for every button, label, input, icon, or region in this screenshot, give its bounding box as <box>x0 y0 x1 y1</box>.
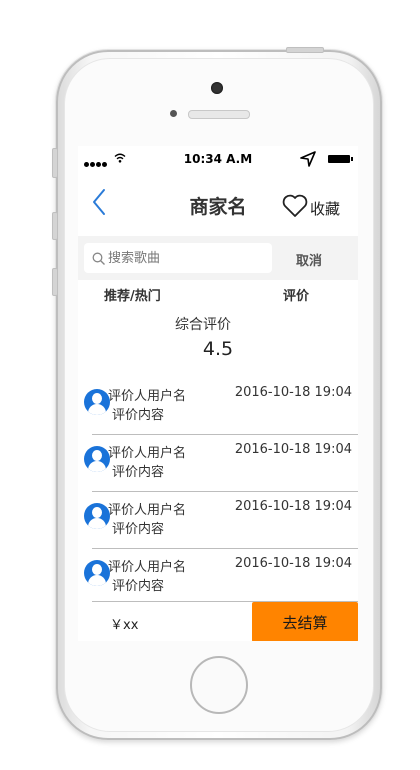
favorite-button[interactable]: 收藏 <box>282 194 340 222</box>
review-content: 评价内容 <box>112 465 165 480</box>
nav-bar: 商家名 收藏 <box>78 172 358 236</box>
app-screen: 10:34 A.M 商家名 收藏 取消 推荐/热门 评价 综合评价 4.5 <box>78 146 358 641</box>
status-time: 10:34 A.M <box>183 152 253 166</box>
review-item[interactable]: 评价人用户名 评价内容 2016-10-18 19:04 <box>84 378 358 435</box>
user-avatar-icon <box>84 446 110 472</box>
overall-rating-label: 综合评价 <box>175 317 231 333</box>
reviewer-name: 评价人用户名 <box>108 389 187 404</box>
home-button[interactable] <box>190 656 248 714</box>
user-avatar-icon <box>84 560 110 586</box>
reviewer-name: 评价人用户名 <box>108 560 187 575</box>
search-icon <box>92 251 106 270</box>
heart-icon <box>282 194 308 222</box>
search-field[interactable] <box>84 243 272 273</box>
search-input[interactable] <box>108 247 268 269</box>
reviewer-name: 评价人用户名 <box>108 503 187 518</box>
reviewer-name: 评价人用户名 <box>108 446 187 461</box>
location-arrow-icon <box>300 151 316 170</box>
tab-reviews[interactable]: 评价 <box>283 285 309 304</box>
power-button <box>286 47 324 53</box>
volume-down-button <box>52 268 58 296</box>
tab-bar: 推荐/热门 评价 <box>78 280 358 304</box>
status-bar: 10:34 A.M <box>78 146 358 172</box>
earpiece-speaker <box>188 110 250 119</box>
review-content: 评价内容 <box>112 579 165 594</box>
favorite-label: 收藏 <box>310 199 341 218</box>
review-list: 评价人用户名 评价内容 2016-10-18 19:04 评价人用户名 评价内容… <box>78 378 358 605</box>
review-date: 2016-10-18 19:04 <box>234 442 352 457</box>
overall-rating-score: 4.5 <box>202 338 234 360</box>
user-avatar-icon <box>84 389 110 415</box>
total-price: ￥xx <box>110 618 139 633</box>
proximity-sensor <box>170 110 177 117</box>
checkout-button[interactable]: 去结算 <box>252 602 358 641</box>
volume-up-button <box>52 212 58 240</box>
review-item[interactable]: 评价人用户名 评价内容 2016-10-18 19:04 <box>84 549 358 605</box>
bottom-bar: ￥xx 去结算 <box>92 601 358 641</box>
battery-icon <box>328 155 353 163</box>
review-date: 2016-10-18 19:04 <box>234 385 352 400</box>
review-date: 2016-10-18 19:04 <box>234 499 352 514</box>
cancel-button[interactable]: 取消 <box>296 250 322 269</box>
tab-recommended-hot[interactable]: 推荐/热门 <box>104 285 161 304</box>
review-item[interactable]: 评价人用户名 评价内容 2016-10-18 19:04 <box>84 492 358 549</box>
review-content: 评价内容 <box>112 522 165 537</box>
review-content: 评价内容 <box>112 408 165 423</box>
review-date: 2016-10-18 19:04 <box>234 556 352 571</box>
mute-switch <box>52 148 58 178</box>
review-item[interactable]: 评价人用户名 评价内容 2016-10-18 19:04 <box>84 435 358 492</box>
search-bar: 取消 <box>78 236 358 280</box>
front-camera <box>211 82 223 94</box>
user-avatar-icon <box>84 503 110 529</box>
